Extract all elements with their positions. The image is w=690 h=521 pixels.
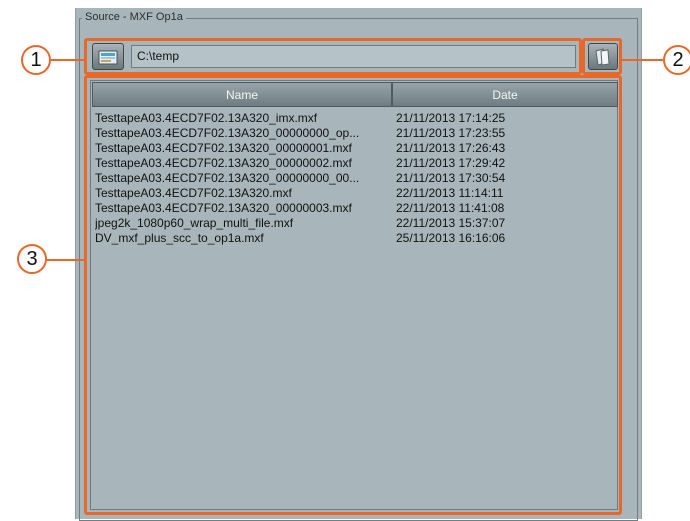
highlight-box-copy [582, 38, 622, 75]
callout-3: 3 [17, 244, 47, 274]
callout-2: 2 [663, 45, 690, 75]
callout-leader-3 [47, 259, 84, 261]
highlight-box-list [84, 75, 622, 515]
group-title: Source - MXF Op1a [82, 10, 186, 24]
callout-leader-2 [622, 59, 663, 61]
highlight-box-path [84, 38, 582, 75]
callout-leader-1 [51, 59, 84, 61]
callout-1: 1 [21, 45, 51, 75]
